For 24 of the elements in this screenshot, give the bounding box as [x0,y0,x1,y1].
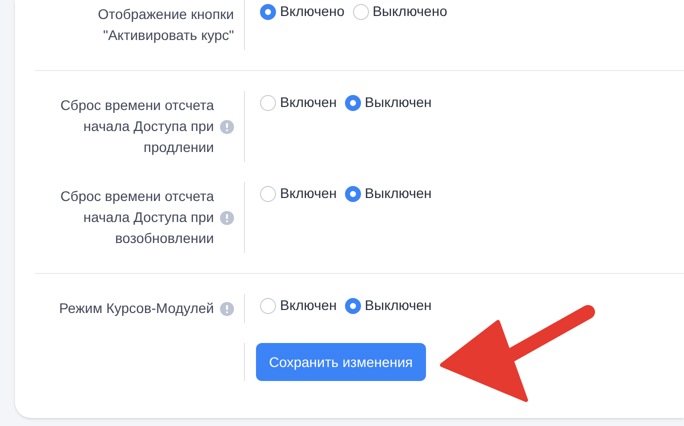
radio-label: Выключено [372,2,448,21]
radio-button[interactable] [344,94,361,110]
radio-label: Включен [280,93,337,112]
info-icon[interactable] [220,302,234,316]
radio-label: Выключен [364,296,432,315]
setting-label: Сброс времени отсчета начала Доступа при продлении [59,96,214,157]
radio-button[interactable] [260,186,276,202]
setting-label: Режим Курсов-Модулей [59,299,214,318]
save-button[interactable]: Сохранить изменения [256,343,426,381]
radio-label: Выключен [364,184,432,203]
setting-label: Отображение кнопки "Активировать курс" [96,5,234,45]
radio-label: Выключен [364,93,432,112]
info-icon[interactable] [220,120,234,134]
radio-button[interactable] [344,298,361,314]
setting-label: Сброс времени отсчета начала Доступа при возобновлении [59,187,214,248]
radio-label: Включен [280,296,337,315]
radio-button[interactable] [344,186,361,202]
radio-button[interactable] [260,4,276,20]
radio-label: Включен [280,184,337,203]
radio-button[interactable] [352,4,369,20]
radio-button[interactable] [260,298,276,314]
radio-label: Включено [280,2,345,21]
radio-button[interactable] [260,94,276,110]
info-icon[interactable] [220,210,234,224]
